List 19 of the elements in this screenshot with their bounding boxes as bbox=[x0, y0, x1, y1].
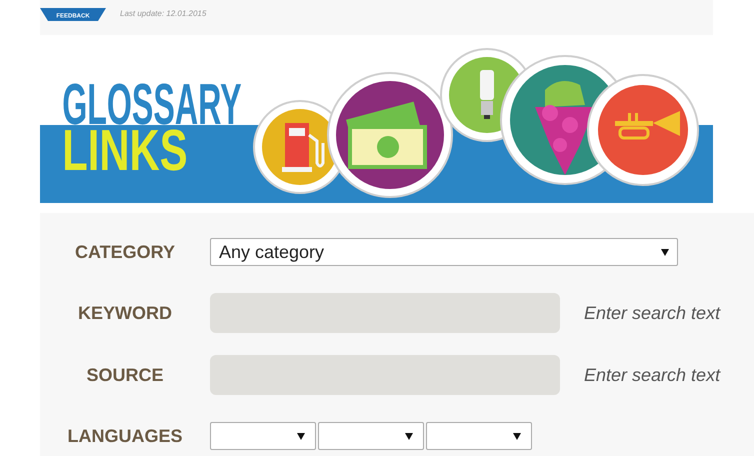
hint-text: Enter search text bbox=[584, 302, 720, 324]
language-dropdown[interactable] bbox=[210, 422, 316, 450]
banknotes-icon bbox=[327, 72, 453, 198]
dropdown-caret-icon bbox=[405, 432, 413, 440]
search-input-field[interactable] bbox=[210, 355, 560, 395]
category-dropdown[interactable]: Any category bbox=[210, 238, 678, 266]
hint-text: Enter search text bbox=[584, 364, 720, 386]
search-input-field[interactable] bbox=[210, 293, 560, 333]
field-label: LANGUAGES bbox=[66, 426, 184, 446]
language-dropdown[interactable] bbox=[318, 422, 424, 450]
field-label: KEYWORD bbox=[77, 302, 173, 324]
dropdown-caret-icon bbox=[513, 432, 521, 440]
language-dropdown[interactable] bbox=[426, 422, 532, 450]
dropdown-caret-icon bbox=[297, 432, 305, 440]
last-update-text: Last update: 12.01.2015 bbox=[120, 9, 206, 18]
dropdown-caret-icon bbox=[661, 248, 669, 256]
field-label: SOURCE bbox=[85, 364, 164, 386]
field-label: CATEGORY bbox=[74, 242, 176, 262]
trumpet-icon bbox=[587, 74, 699, 186]
